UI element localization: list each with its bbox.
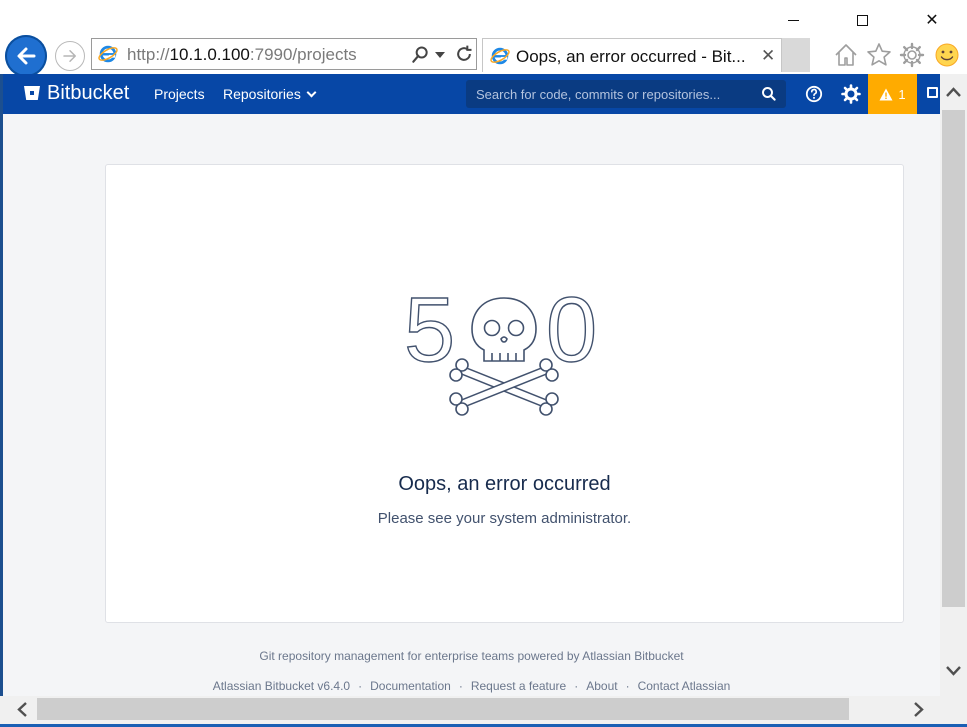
error-code-right: 0 (546, 283, 597, 381)
brand-name[interactable]: Bitbucket (47, 82, 129, 105)
minimize-button[interactable] (779, 8, 807, 32)
footer-request-feature-link[interactable]: Request a feature (471, 679, 566, 693)
scroll-up-arrow-icon[interactable] (945, 84, 962, 101)
profile-menu-button[interactable] (917, 74, 940, 114)
scroll-down-arrow-icon[interactable] (945, 662, 962, 679)
maximize-button[interactable] (848, 8, 876, 32)
vertical-scroll-thumb[interactable] (942, 110, 965, 607)
url-prefix: http:// (127, 45, 170, 64)
minimize-icon (787, 19, 799, 21)
nav-repositories[interactable]: Repositories (223, 86, 317, 102)
vertical-scrollbar[interactable] (940, 74, 967, 696)
notifications-alert-button[interactable]: 1 (868, 74, 917, 114)
back-icon (17, 47, 36, 65)
close-button[interactable]: ✕ (918, 8, 946, 32)
gear-icon[interactable] (898, 41, 926, 69)
page-body: 5 0 Oops, an error occurred Please see y… (3, 114, 940, 696)
footer-separator: · (458, 679, 463, 693)
alert-count: 1 (898, 86, 906, 102)
forward-button[interactable] (55, 41, 85, 71)
browser-tab[interactable]: Oops, an error occurred - Bit... ✕ (482, 38, 782, 72)
address-text[interactable]: http://10.1.0.100:7990/projects (127, 45, 357, 65)
smiley-icon[interactable] (933, 41, 961, 69)
nav-projects[interactable]: Projects (154, 86, 205, 102)
star-icon[interactable] (865, 41, 893, 69)
horizontal-scrollbar[interactable] (0, 696, 940, 724)
url-path: :7990/projects (249, 45, 357, 64)
bitbucket-logo-icon[interactable] (22, 83, 42, 103)
scroll-left-arrow-icon[interactable] (14, 701, 31, 718)
settings-gear-icon[interactable] (841, 84, 861, 104)
chevron-down-icon (306, 87, 317, 98)
profile-icon (927, 87, 938, 98)
refresh-icon[interactable] (454, 44, 474, 64)
window-titlebar: ✕ (0, 0, 967, 38)
crossbones-icon (449, 358, 559, 416)
warning-icon (879, 88, 893, 100)
address-bar[interactable]: http://10.1.0.100:7990/projects (91, 38, 477, 70)
new-tab-button[interactable] (782, 38, 810, 72)
search-box (466, 80, 786, 108)
browser-navigation-row: http://10.1.0.100:7990/projects Oops, an… (0, 35, 967, 77)
footer-separator: · (625, 679, 630, 693)
error-title: Oops, an error occurred (398, 473, 611, 495)
footer-contact-link[interactable]: Contact Atlassian (638, 679, 731, 693)
url-host: 10.1.0.100 (169, 45, 250, 64)
error-code-left: 5 (404, 283, 455, 381)
nav-repositories-label: Repositories (223, 86, 301, 102)
home-icon[interactable] (832, 41, 860, 69)
tab-title: Oops, an error occurred - Bit... (516, 47, 746, 66)
error-message: Please see your system administrator. (377, 510, 632, 527)
address-dropdown-icon[interactable] (435, 52, 445, 58)
forward-icon (63, 50, 76, 62)
maximize-icon (856, 14, 868, 26)
back-button[interactable] (5, 35, 47, 77)
footer-about-link[interactable]: About (586, 679, 617, 693)
close-icon: ✕ (925, 12, 939, 29)
error-card: 5 0 Oops, an error occurred Please see y… (105, 164, 904, 623)
ie-logo-icon (490, 47, 510, 65)
search-icon[interactable] (410, 45, 430, 65)
search-icon[interactable] (760, 85, 778, 103)
help-icon[interactable] (805, 85, 823, 103)
horizontal-scroll-thumb[interactable] (37, 698, 849, 720)
tab-close-button[interactable]: ✕ (761, 46, 775, 66)
footer-separator: · (574, 679, 579, 693)
footer-links: Atlassian Bitbucket v6.4.0 · Documentation… (3, 679, 940, 693)
scroll-right-arrow-icon[interactable] (910, 701, 927, 718)
error-500-skull-illustration: 5 0 (404, 283, 598, 416)
footer-version-link[interactable]: Atlassian Bitbucket v6.4.0 (213, 679, 350, 693)
search-input[interactable] (466, 80, 751, 108)
footer-separator: · (358, 679, 363, 693)
scrollbar-corner (940, 696, 967, 724)
skull-icon (471, 297, 537, 362)
ie-logo-icon (98, 45, 118, 63)
bitbucket-header: Bitbucket Projects Repositories 1 (3, 74, 940, 114)
footer-tagline: Git repository management for enterprise… (259, 649, 684, 663)
footer-documentation-link[interactable]: Documentation (370, 679, 451, 693)
